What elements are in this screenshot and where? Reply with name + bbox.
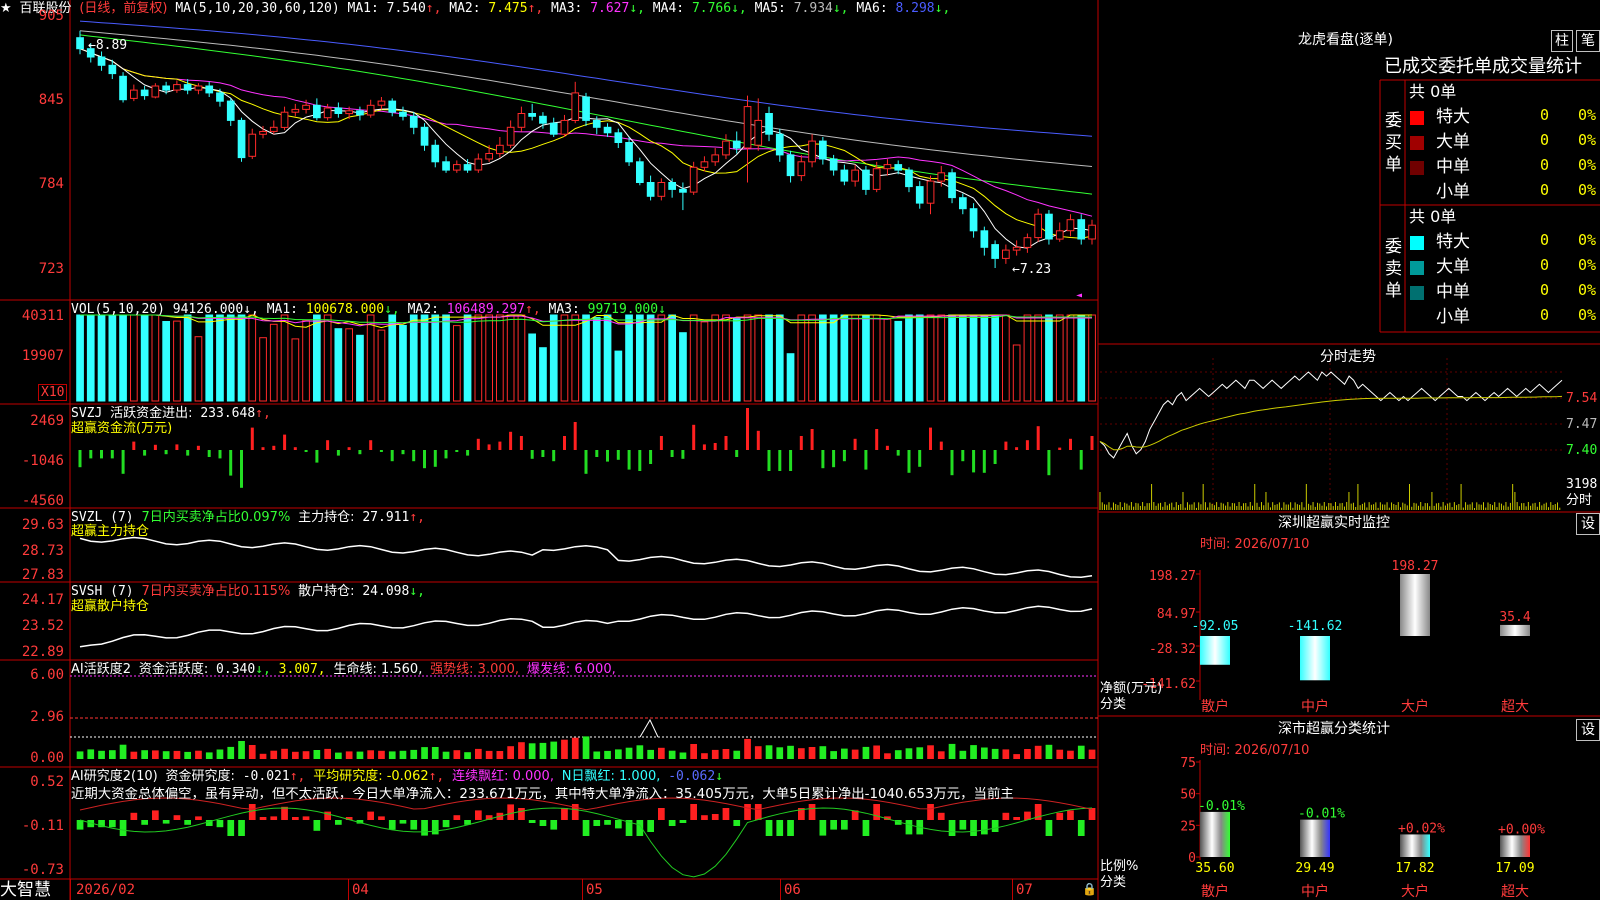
ratio-bar <box>1300 819 1330 857</box>
stats-ylabel: 比例% <box>1100 859 1139 874</box>
ratio-bar <box>1500 835 1530 857</box>
ratio-bar <box>1400 834 1430 857</box>
ratio-value-label: 29.49 <box>1295 861 1334 876</box>
ratio-bar <box>1200 811 1230 857</box>
stats-xlabel: 分类 <box>1100 875 1127 890</box>
category-label: 大户 <box>1401 883 1429 900</box>
stats-tick-label: 25 <box>1180 819 1196 834</box>
ratio-value-label: 35.60 <box>1195 861 1234 876</box>
ratio-change-label: -0.01% <box>1198 799 1245 814</box>
stats-tick-label: 50 <box>1180 788 1196 803</box>
ratio-change-label: +0.02% <box>1398 821 1445 836</box>
ratio-change-label: -0.01% <box>1298 807 1345 822</box>
ratio-chart[interactable]: 7550250-0.01%35.60散户-0.01%29.49中户+0.02%1… <box>0 0 1600 900</box>
stats-tick-label: 75 <box>1180 756 1196 771</box>
ratio-value-label: 17.82 <box>1395 861 1434 876</box>
ratio-value-label: 17.09 <box>1495 861 1534 876</box>
category-label: 超大 <box>1501 884 1529 900</box>
category-label: 散户 <box>1201 883 1229 900</box>
category-label: 中户 <box>1301 883 1329 900</box>
ratio-change-label: +0.00% <box>1498 822 1545 837</box>
